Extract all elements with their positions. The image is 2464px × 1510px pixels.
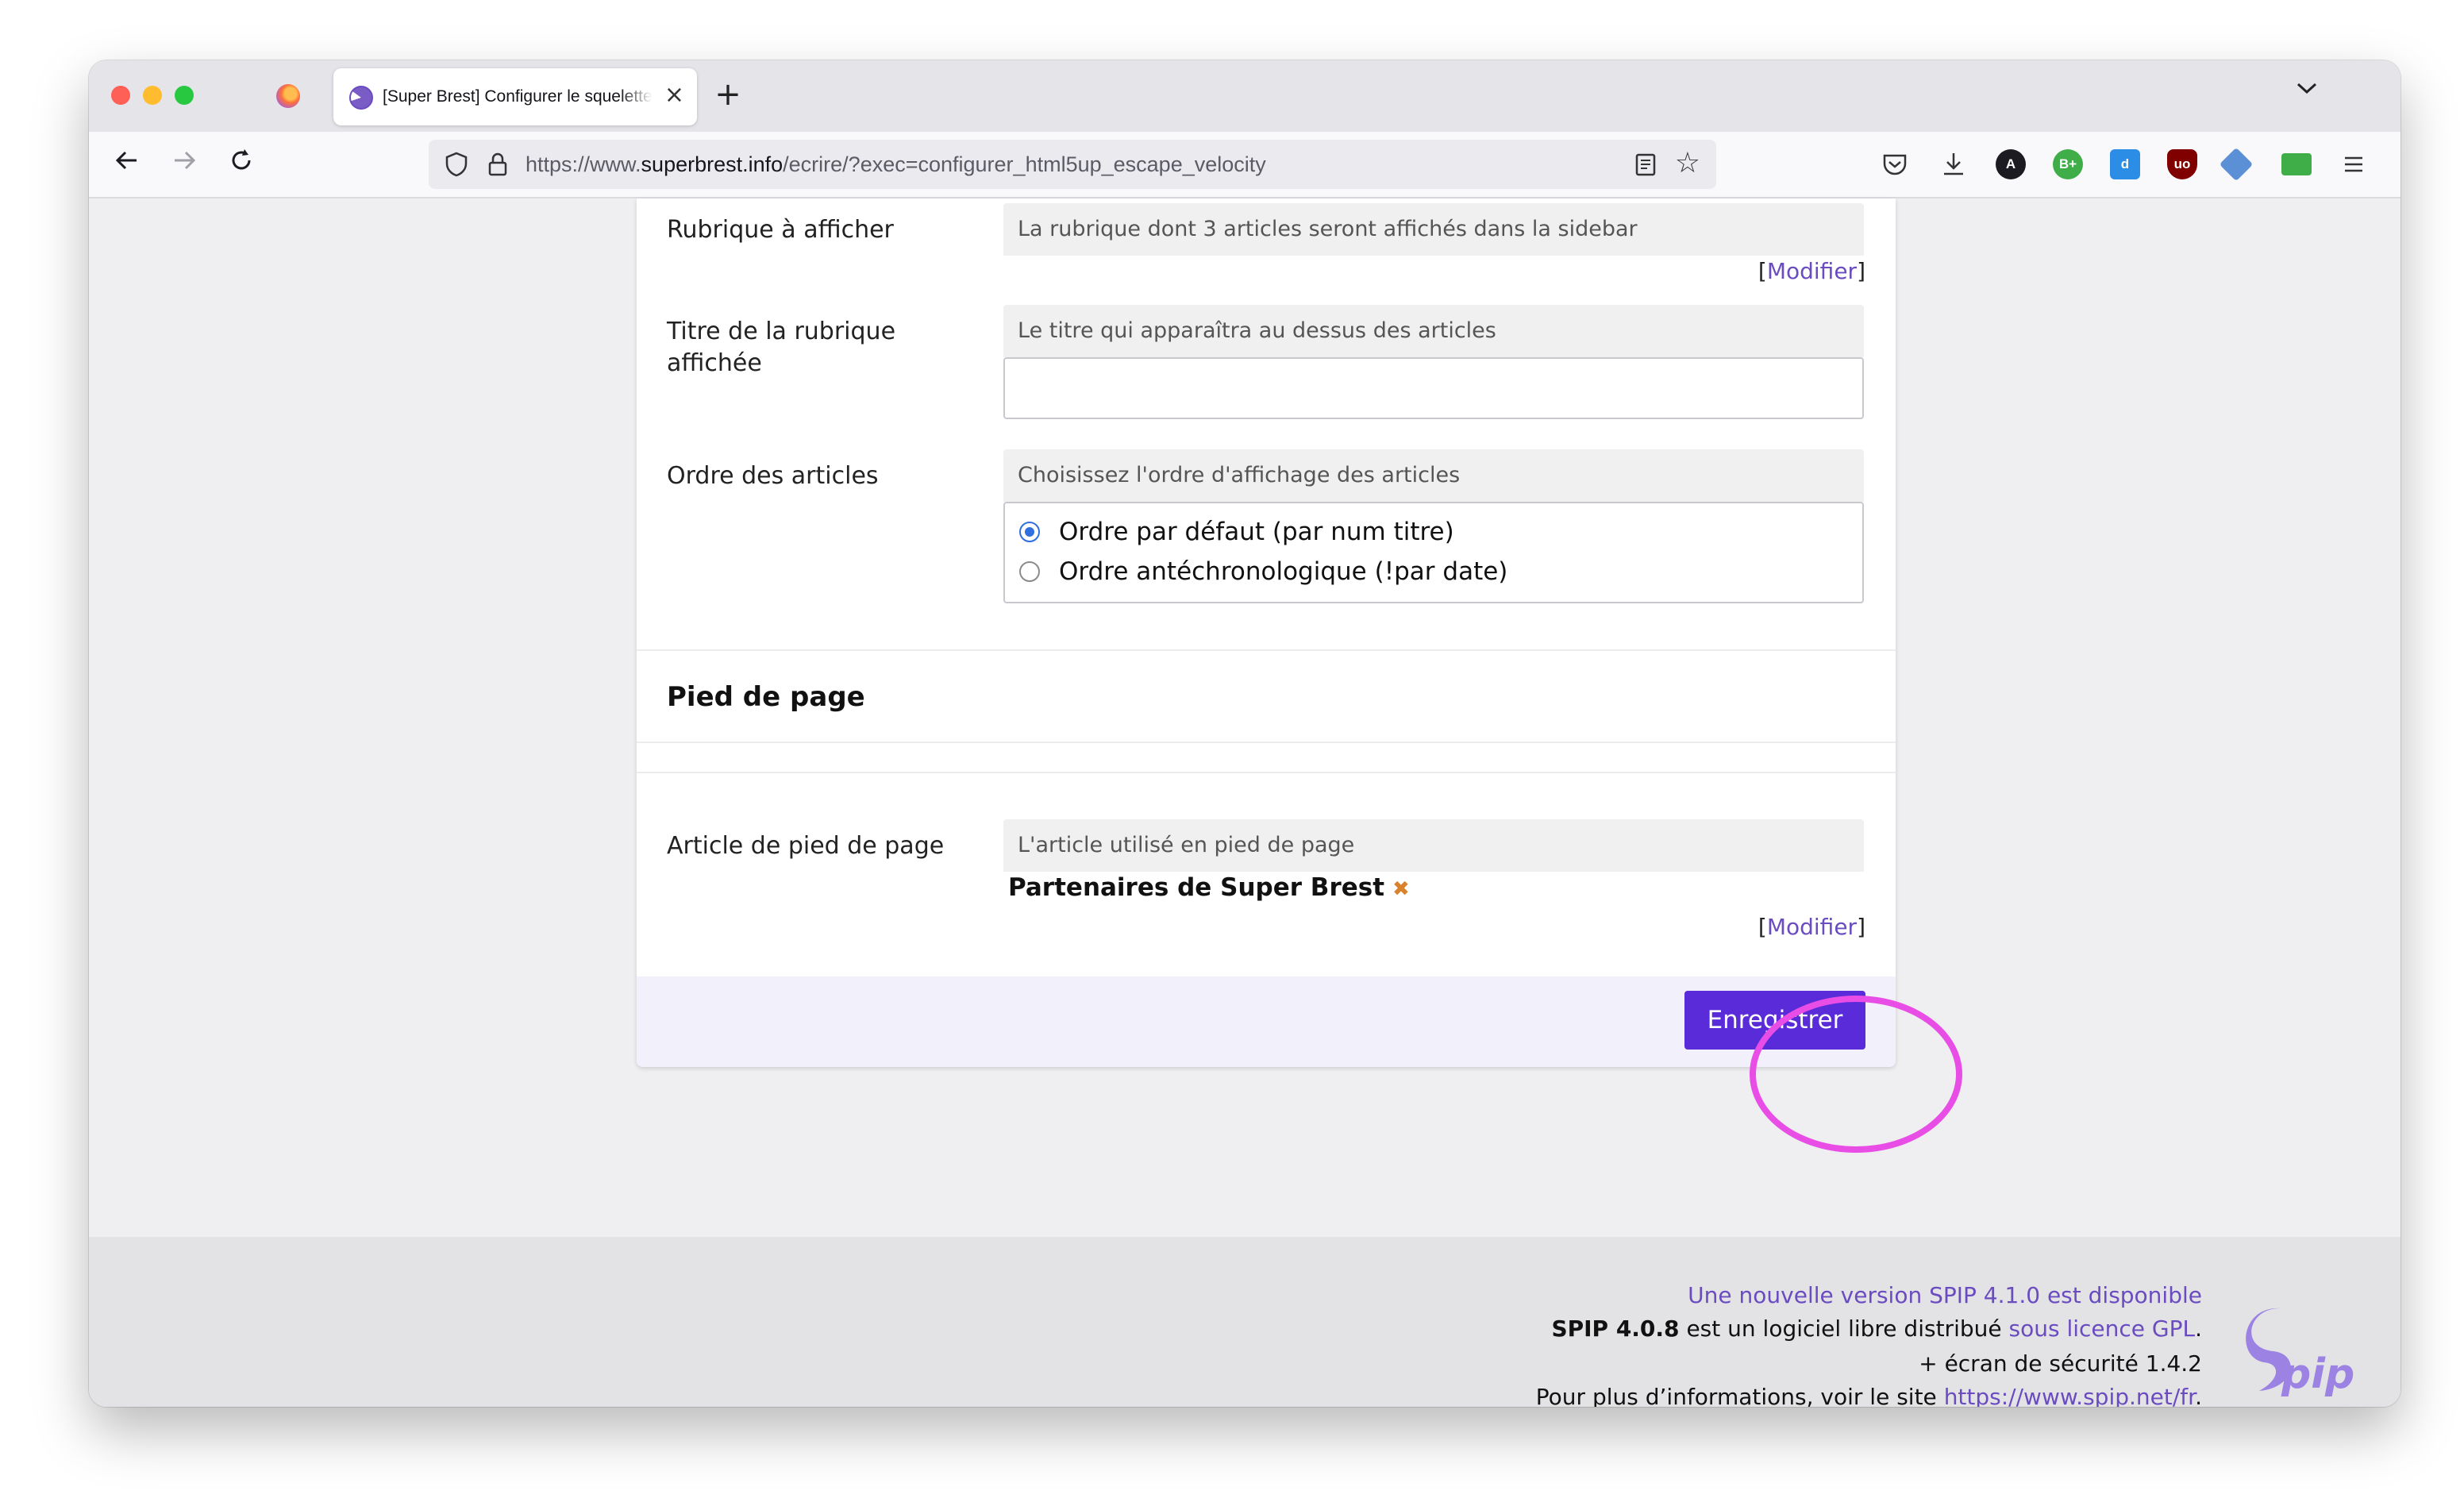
article-pied-explication: L'article utilisé en pied de page [1003, 819, 1864, 872]
zoom-window-button[interactable] [175, 86, 194, 105]
spip-favicon-icon [349, 86, 373, 110]
url-text[interactable]: https://www.superbrest.info/ecrire/?exec… [526, 152, 1266, 177]
divider [637, 772, 1896, 773]
radio-ordre-defaut[interactable]: Ordre par défaut (par num titre) [1019, 516, 1454, 548]
minimize-window-button[interactable] [143, 86, 162, 105]
url-path: /ecrire/?exec=configurer_html5up_escape_… [783, 152, 1266, 176]
security-line: + écran de sécurité 1.4.2 [1919, 1350, 2202, 1377]
navigation-toolbar: https://www.superbrest.info/ecrire/?exec… [89, 132, 2400, 198]
article-pied-modifier: [Modifier] [1758, 914, 1865, 940]
info-line: Pour plus d’informations, voir le site h… [1536, 1381, 2202, 1407]
tab-strip: [Super Brest] Configurer le squelette × … [89, 60, 2400, 132]
lock-icon[interactable] [484, 151, 511, 178]
form-actions: Enregistrer [637, 976, 1896, 1067]
config-form: Rubrique à afficher La rubrique dont 3 a… [637, 198, 1896, 1067]
ublock-icon[interactable]: uo [2167, 149, 2197, 179]
spip-site-link[interactable]: https://www.spip.net/fr [1944, 1384, 2195, 1407]
article-pied-label: Article de pied de page [667, 832, 945, 860]
update-notice: Une nouvelle version SPIP 4.1.0 est disp… [1688, 1280, 2202, 1312]
new-tab-button[interactable]: + [708, 75, 748, 114]
ordre-explication: Choisissez l'ordre d'affichage des artic… [1003, 449, 1864, 502]
radio-unchecked-icon[interactable] [1019, 561, 1040, 582]
reload-icon[interactable] [224, 146, 259, 181]
ordre-options: Ordre par défaut (par num titre) Ordre a… [1003, 502, 1864, 603]
titre-rubrique-label: Titre de la rubrique affichée [667, 318, 896, 377]
rubrique-modifier: [Modifier] [1758, 258, 1865, 284]
article-pied-modifier-link[interactable]: Modifier [1767, 914, 1857, 940]
spip-logo: pip [2246, 1308, 2354, 1398]
update-notice-link[interactable]: Une nouvelle version SPIP 4.1.0 est disp… [1688, 1282, 2202, 1308]
remove-icon[interactable]: ✖ [1392, 877, 1410, 901]
diamond-extension-icon[interactable] [2219, 147, 2254, 182]
rubrique-explication: La rubrique dont 3 articles seront affic… [1003, 203, 1864, 256]
url-bar[interactable]: https://www.superbrest.info/ecrire/?exec… [429, 140, 1716, 189]
bplus-extension-icon[interactable]: B+ [2053, 149, 2083, 179]
radio-checked-icon[interactable] [1019, 522, 1040, 542]
firefox-icon [276, 84, 300, 108]
section-header: Pied de page [637, 649, 1896, 743]
radio-ordre-date[interactable]: Ordre antéchronologique (!par date) [1019, 556, 1507, 587]
highlight-annotation [1750, 996, 1962, 1153]
d-extension-icon[interactable]: d [2110, 149, 2140, 179]
pocket-icon[interactable] [1880, 149, 1910, 179]
close-tab-icon[interactable]: × [664, 81, 684, 110]
cash-extension-icon[interactable] [2281, 153, 2312, 175]
radio-ordre-date-label: Ordre antéchronologique (!par date) [1059, 557, 1508, 586]
reader-view-icon[interactable] [1632, 151, 1659, 178]
license-link[interactable]: sous licence GPL [2009, 1315, 2196, 1342]
license-text: est un logiciel libre distribué [1679, 1315, 2009, 1342]
shield-icon[interactable] [443, 151, 470, 178]
section-title: Pied de page [667, 681, 865, 713]
titre-rubrique-explication: Le titre qui apparaîtra au dessus des ar… [1003, 305, 1864, 357]
spip-footer: Une nouvelle version SPIP 4.1.0 est disp… [89, 1237, 2400, 1407]
license-line: SPIP 4.0.8 est un logiciel libre distrib… [1551, 1315, 2202, 1342]
bookmark-star-icon[interactable]: ☆ [1675, 148, 1700, 179]
selected-article: Partenaires de Super Brest ✖ [1008, 872, 1410, 905]
radio-ordre-defaut-label: Ordre par défaut (par num titre) [1059, 518, 1454, 546]
tab-title: [Super Brest] Configurer le squelette [383, 87, 653, 106]
rubrique-label: Rubrique à afficher [667, 216, 894, 244]
menu-icon[interactable] [2339, 149, 2369, 179]
svg-text:pip: pip [2281, 1350, 2354, 1398]
url-prefix: https://www. [526, 152, 641, 176]
a-extension-icon[interactable]: A [1996, 149, 2026, 179]
spip-version: SPIP 4.0.8 [1551, 1315, 1680, 1342]
tab-active[interactable]: [Super Brest] Configurer le squelette × [333, 68, 697, 125]
download-icon[interactable] [1938, 149, 1969, 179]
ordre-label: Ordre des articles [667, 462, 879, 490]
close-window-button[interactable] [111, 86, 130, 105]
page-content: Rubrique à afficher La rubrique dont 3 a… [89, 198, 2400, 1407]
titre-rubrique-input[interactable] [1003, 357, 1864, 419]
rubrique-modifier-link[interactable]: Modifier [1767, 258, 1857, 284]
back-arrow-icon[interactable] [110, 146, 144, 181]
url-domain: superbrest.info [641, 152, 783, 176]
forward-arrow-icon[interactable] [167, 146, 202, 181]
chevron-down-icon[interactable] [2296, 78, 2318, 102]
selected-article-title: Partenaires de Super Brest [1008, 873, 1385, 902]
info-text: Pour plus d’informations, voir le site [1535, 1384, 1944, 1407]
browser-window: [Super Brest] Configurer le squelette × … [89, 60, 2400, 1407]
